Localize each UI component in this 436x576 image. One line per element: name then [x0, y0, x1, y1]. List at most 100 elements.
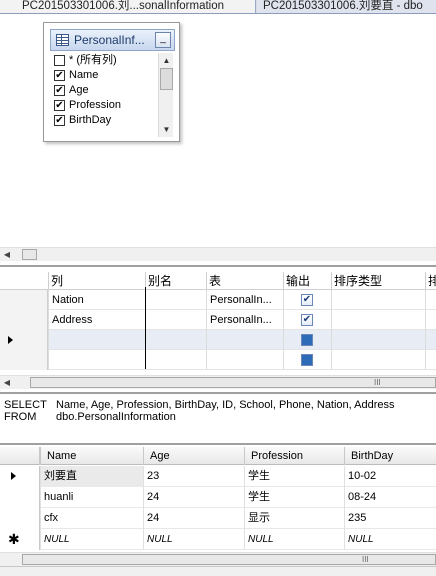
- criteria-cell-table[interactable]: [206, 350, 283, 370]
- column-item[interactable]: ✔ Name: [52, 68, 157, 83]
- criteria-hscrollbar[interactable]: ◀ III: [0, 375, 436, 389]
- result-column-header[interactable]: Profession: [244, 447, 344, 465]
- result-cell[interactable]: 学生: [244, 487, 344, 508]
- result-row[interactable]: cfx 24 显示 235: [0, 508, 436, 529]
- scroll-thumb[interactable]: [22, 554, 436, 565]
- scroll-left-icon[interactable]: ◀: [1, 248, 13, 262]
- diagram-hscrollbar[interactable]: ◀: [0, 247, 436, 261]
- column-list-scrollbar[interactable]: ▲ ▼: [158, 53, 173, 137]
- column-checkbox[interactable]: ✔: [54, 70, 65, 81]
- result-cell[interactable]: cfx: [40, 508, 143, 529]
- column-header-output[interactable]: 输出: [283, 272, 331, 290]
- result-cell[interactable]: 24: [143, 508, 244, 529]
- criteria-cell-sort-order[interactable]: [425, 310, 436, 330]
- criteria-row[interactable]: [0, 350, 436, 370]
- row-selector[interactable]: [0, 487, 40, 508]
- output-checkbox[interactable]: [301, 334, 313, 346]
- row-selector[interactable]: [0, 290, 48, 310]
- result-cell[interactable]: NULL: [40, 529, 143, 550]
- result-column-header[interactable]: BirthDay: [344, 447, 436, 465]
- criteria-cell-column[interactable]: [48, 350, 145, 370]
- column-header-column[interactable]: 列: [48, 272, 145, 290]
- criteria-cell-alias[interactable]: [145, 310, 206, 330]
- criteria-row[interactable]: Address PersonalIn... ✔: [0, 310, 436, 330]
- minimize-button[interactable]: _: [155, 32, 171, 48]
- criteria-header: 列 别名 表 输出 排序类型 排: [0, 272, 436, 290]
- result-column-header[interactable]: Name: [40, 447, 143, 465]
- result-cell[interactable]: huanli: [40, 487, 143, 508]
- column-header-alias[interactable]: 别名: [145, 272, 206, 290]
- criteria-cell-sort-type[interactable]: [331, 350, 425, 370]
- output-checkbox[interactable]: [301, 354, 313, 366]
- column-item[interactable]: ✔ Age: [52, 83, 157, 98]
- column-header-sort-type[interactable]: 排序类型: [331, 272, 425, 290]
- criteria-cell-alias[interactable]: [145, 290, 206, 310]
- criteria-cell-output: ✔: [283, 290, 331, 310]
- criteria-cell-alias[interactable]: [145, 350, 206, 370]
- results-hscrollbar[interactable]: III: [0, 552, 436, 566]
- result-cell[interactable]: NULL: [344, 529, 436, 550]
- criteria-row[interactable]: Nation PersonalIn... ✔: [0, 290, 436, 310]
- scroll-thumb[interactable]: [160, 68, 173, 90]
- result-row[interactable]: ✱ NULL NULL NULL NULL: [0, 529, 436, 550]
- tab-table-view[interactable]: PC201503301006.刘要直 - dbo: [257, 0, 436, 13]
- row-selector[interactable]: [0, 350, 48, 370]
- output-checkbox[interactable]: ✔: [301, 314, 313, 326]
- result-row[interactable]: 刘要直 23 学生 10-02: [0, 466, 436, 487]
- result-cell[interactable]: 24: [143, 487, 244, 508]
- column-item[interactable]: ✔ Profession: [52, 98, 157, 113]
- criteria-cell-column[interactable]: [48, 330, 145, 350]
- row-selector[interactable]: [0, 508, 40, 529]
- result-cell[interactable]: 08-24: [344, 487, 436, 508]
- row-selector[interactable]: [0, 330, 48, 350]
- result-cell[interactable]: 235: [344, 508, 436, 529]
- result-cell[interactable]: 显示: [244, 508, 344, 529]
- criteria-row[interactable]: [0, 330, 436, 350]
- column-checkbox[interactable]: ✔: [54, 100, 65, 111]
- criteria-cell-sort-type[interactable]: [331, 290, 425, 310]
- result-cell[interactable]: 10-02: [344, 466, 436, 487]
- diagram-pane: PersonalInf... _ * (所有列) ✔ Name ✔ Age ✔ Profes…: [0, 15, 436, 245]
- column-item[interactable]: ✔ BirthDay: [52, 113, 157, 128]
- column-checkbox[interactable]: [54, 55, 65, 66]
- criteria-cell-output: [283, 330, 331, 350]
- column-item[interactable]: * (所有列): [52, 53, 157, 68]
- criteria-cell-table[interactable]: PersonalIn...: [206, 310, 283, 330]
- result-cell[interactable]: 23: [143, 466, 244, 487]
- criteria-cell-table[interactable]: PersonalIn...: [206, 290, 283, 310]
- result-row[interactable]: huanli 24 学生 08-24: [0, 487, 436, 508]
- criteria-cell-sort-order[interactable]: [425, 330, 436, 350]
- table-window[interactable]: PersonalInf... _ * (所有列) ✔ Name ✔ Age ✔ Profes…: [43, 22, 180, 142]
- sql-from-keyword: FROM: [4, 411, 37, 423]
- scroll-down-icon[interactable]: ▼: [160, 123, 173, 136]
- sql-pane[interactable]: SELECT Name, Age, Profession, BirthDay, I…: [0, 392, 436, 440]
- result-cell[interactable]: 学生: [244, 466, 344, 487]
- result-cell[interactable]: 刘要直: [40, 466, 143, 487]
- scroll-left-icon[interactable]: ◀: [1, 376, 13, 390]
- cell-edit-cursor: [145, 287, 146, 369]
- output-checkbox[interactable]: ✔: [301, 294, 313, 306]
- row-selector[interactable]: [0, 310, 48, 330]
- row-selector[interactable]: [0, 466, 40, 487]
- criteria-cell-sort-order[interactable]: [425, 290, 436, 310]
- scroll-thumb[interactable]: [22, 249, 37, 260]
- criteria-cell-table[interactable]: [206, 330, 283, 350]
- status-bar: [0, 566, 436, 576]
- criteria-cell-sort-type[interactable]: [331, 310, 425, 330]
- column-header-table[interactable]: 表: [206, 272, 283, 290]
- column-header-sort-order[interactable]: 排: [425, 272, 436, 290]
- result-cell[interactable]: NULL: [244, 529, 344, 550]
- row-selector[interactable]: ✱: [0, 529, 40, 550]
- criteria-cell-sort-order[interactable]: [425, 350, 436, 370]
- tab-query-designer[interactable]: PC201503301006.刘...sonalInformation: [0, 0, 256, 13]
- criteria-cell-alias[interactable]: [145, 330, 206, 350]
- criteria-cell-column[interactable]: Nation: [48, 290, 145, 310]
- result-cell[interactable]: NULL: [143, 529, 244, 550]
- scroll-up-icon[interactable]: ▲: [160, 54, 173, 67]
- column-checkbox[interactable]: ✔: [54, 115, 65, 126]
- column-checkbox[interactable]: ✔: [54, 85, 65, 96]
- criteria-cell-column[interactable]: Address: [48, 310, 145, 330]
- result-column-header[interactable]: Age: [143, 447, 244, 465]
- criteria-cell-sort-type[interactable]: [331, 330, 425, 350]
- table-window-title[interactable]: PersonalInf... _: [50, 29, 175, 51]
